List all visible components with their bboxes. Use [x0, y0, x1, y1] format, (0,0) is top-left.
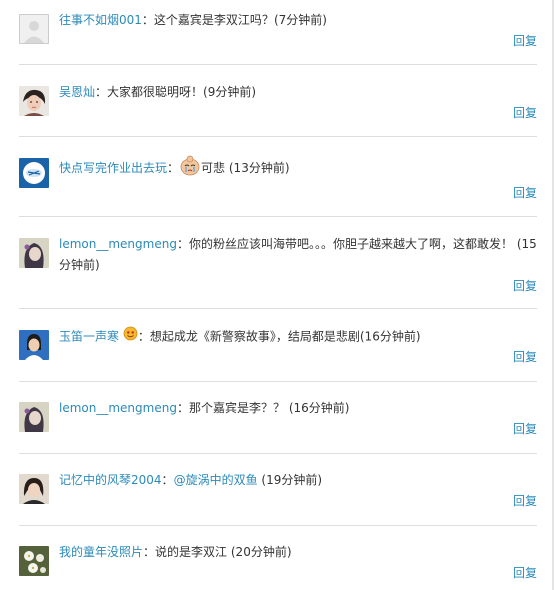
comment-content: lemon__mengmeng：你的粉丝应该叫海带吧。。。你胆子越来越大了啊，这…: [59, 237, 537, 272]
comment-text: 说的是李双江: [155, 545, 228, 559]
comment-text: 想起成龙《新警察故事》，结局都是悲剧: [149, 329, 360, 344]
comment-username[interactable]: 往事不如烟001: [59, 13, 142, 27]
reply-button[interactable]: 回复: [513, 184, 537, 201]
comment-text: 那个嘉宾是李？？: [188, 401, 285, 415]
reply-button[interactable]: 回复: [513, 420, 537, 437]
comment-time: (13分钟前): [228, 161, 290, 175]
comment-time: (7分钟前): [273, 13, 327, 27]
comment-content: 记忆中的风琴2004：@旋涡中的双鱼 (19分钟前): [59, 473, 323, 487]
comment-content: 我的童年没照片：说的是李双江 (20分钟前): [59, 545, 292, 559]
comment-username[interactable]: 玉笛一声寒: [59, 330, 119, 344]
comment-username[interactable]: lemon__mengmeng: [59, 237, 177, 251]
comment-content: 快点写完作业出去玩： 可悲 (13分钟前): [59, 154, 537, 183]
comment-username[interactable]: lemon__mengmeng: [59, 401, 177, 415]
reply-button[interactable]: 回复: [513, 32, 537, 49]
reply-button[interactable]: 回复: [513, 564, 537, 581]
comment-content: 玉笛一声寒 ：想起成龙《新警察故事》，结局都是悲剧(16分钟前): [59, 326, 537, 348]
comment-username[interactable]: 快点写完作业出去玩: [59, 161, 167, 175]
avatar[interactable]: [19, 474, 49, 504]
comment-text: 你的粉丝应该叫海带吧。。。你胆子越来越大了啊，这都敢发！: [188, 237, 513, 251]
comment-time: (19分钟前): [261, 473, 323, 487]
comment-time: (16分钟前): [359, 329, 421, 344]
crying-face-icon: [179, 154, 201, 183]
avatar[interactable]: [19, 546, 49, 576]
reply-button[interactable]: 回复: [513, 492, 537, 509]
comment-text: 可悲: [201, 161, 226, 175]
comment-content: 吴恩灿：大家都很聪明呀！(9分钟前): [59, 85, 257, 99]
avatar[interactable]: [19, 158, 49, 188]
comment-text: 这个嘉宾是李双江吗？: [153, 13, 274, 27]
comment-time: (20分钟前): [230, 545, 292, 559]
divider: [19, 308, 537, 309]
avatar[interactable]: [19, 14, 49, 44]
comment-time: (16分钟前): [288, 401, 350, 415]
divider: [19, 381, 537, 382]
reply-button[interactable]: 回复: [513, 277, 537, 294]
comment-content: 往事不如烟001：这个嘉宾是李双江吗？(7分钟前): [59, 13, 327, 27]
divider: [19, 453, 537, 454]
reply-button[interactable]: 回复: [513, 348, 537, 365]
avatar[interactable]: [19, 86, 49, 116]
avatar[interactable]: [19, 402, 49, 432]
comment-username[interactable]: 吴恩灿: [59, 85, 95, 99]
divider: [19, 136, 537, 137]
comment-username[interactable]: 我的童年没照片: [59, 545, 143, 559]
comment-content: lemon__mengmeng：那个嘉宾是李？？ (16分钟前): [59, 401, 350, 415]
vip-badge-icon: [123, 326, 138, 348]
divider: [19, 216, 537, 217]
comment-text: 大家都很聪明呀！: [107, 85, 204, 99]
avatar[interactable]: [19, 238, 49, 268]
comment-username[interactable]: 记忆中的风琴2004: [59, 473, 162, 487]
divider: [19, 525, 537, 526]
divider: [19, 64, 537, 65]
mention-link[interactable]: @旋涡中的双鱼: [174, 473, 258, 487]
comment-time: (9分钟前): [203, 85, 257, 99]
avatar[interactable]: [19, 330, 49, 360]
reply-button[interactable]: 回复: [513, 104, 537, 121]
